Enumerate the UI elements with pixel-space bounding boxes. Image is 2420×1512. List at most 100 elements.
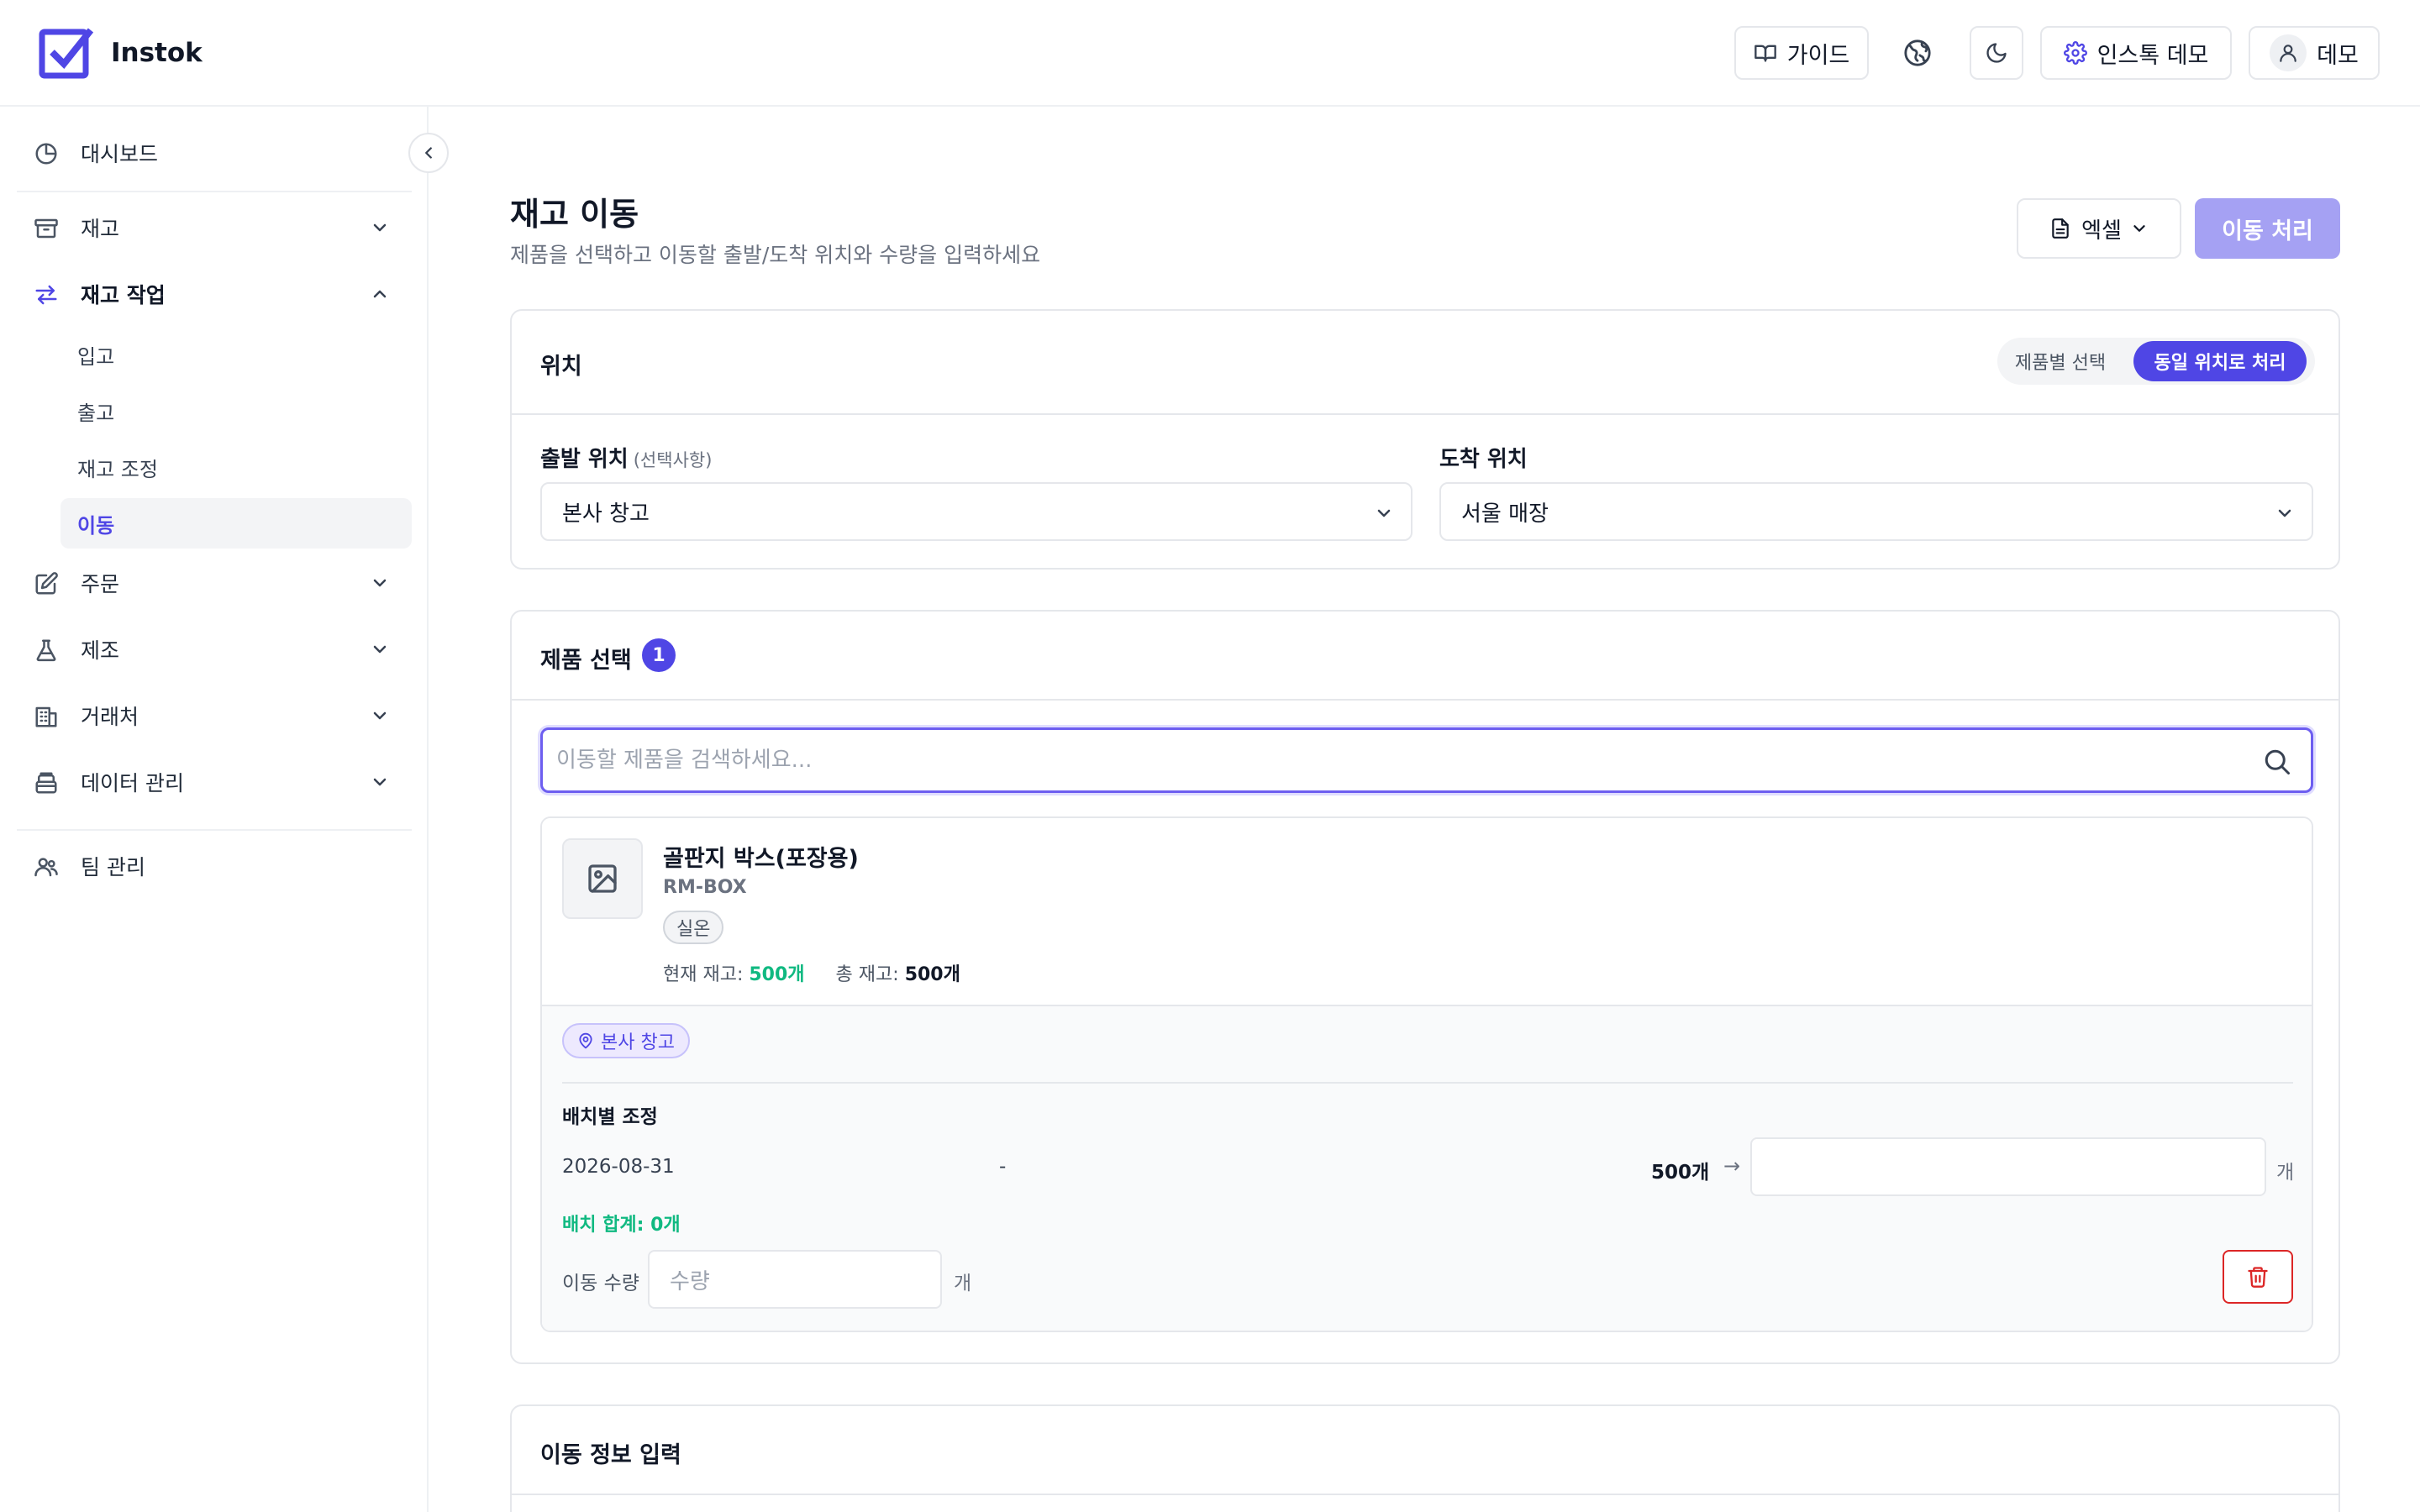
database-icon (34, 770, 59, 795)
sidebar-label-dashboard: 대시보드 (81, 142, 159, 166)
product-select-title: 제품 선택 (540, 648, 632, 674)
from-location-value: 본사 창고 (562, 501, 650, 527)
batch-transfer-input[interactable] (1750, 1137, 2266, 1196)
theme-toggle-button[interactable] (1970, 26, 2023, 80)
edit-icon (34, 571, 59, 596)
users-icon (34, 854, 59, 879)
sidebar-label-orders: 주문 (81, 572, 120, 596)
divider (562, 1082, 2293, 1084)
sidebar-label-partners: 거래처 (81, 705, 139, 729)
batch-expiry-date: 2026-08-31 (562, 1156, 675, 1178)
sidebar: 대시보드 재고 재고 작업 입고 출고 재고 조정 이동 주문 제조 거래처 데… (0, 107, 429, 1512)
image-placeholder-icon (588, 864, 617, 893)
moon-icon (1986, 43, 2007, 63)
toggle-per-product[interactable]: 제품별 선택 (2006, 338, 2115, 385)
app-logo[interactable]: Instok (39, 25, 203, 81)
logo-check-icon (39, 28, 94, 79)
batch-quantity: 500개 (1651, 1162, 1710, 1184)
sidebar-subitem-transfer[interactable]: 이동 (60, 498, 412, 549)
sidebar-collapse-button[interactable] (408, 133, 449, 173)
pie-chart-icon (34, 141, 59, 166)
from-location-select[interactable]: 본사 창고 (540, 482, 1413, 541)
language-button[interactable] (1891, 26, 1944, 80)
sidebar-item-partners[interactable]: 거래처 (17, 690, 412, 741)
chevron-down-icon (2278, 509, 2291, 517)
total-stock-value: 500개 (904, 964, 960, 985)
sidebar-label-inventory-ops: 재고 작업 (81, 283, 166, 307)
chevron-left-icon (425, 147, 432, 159)
move-info-card: 이동 정보 입력 (510, 1404, 2340, 1512)
organization-button[interactable]: 인스톡 데모 (2040, 26, 2232, 80)
sidebar-label-team: 팀 관리 (81, 855, 145, 879)
excel-dropdown-button[interactable]: 엑셀 (2017, 198, 2181, 259)
chevron-down-icon (370, 573, 390, 593)
total-stock-label: 총 재고: (835, 964, 899, 985)
user-icon (2280, 45, 2296, 62)
selected-count-badge: 1 (642, 638, 676, 672)
move-info-title: 이동 정보 입력 (540, 1442, 681, 1468)
current-stock-value: 500개 (749, 964, 805, 985)
building-icon (34, 704, 59, 729)
sidebar-label-inventory: 재고 (81, 217, 120, 241)
sidebar-divider (17, 191, 412, 192)
sidebar-item-dashboard[interactable]: 대시보드 (17, 128, 412, 178)
sidebar-subitem-outbound[interactable]: 출고 (60, 386, 412, 436)
move-quantity-unit: 개 (954, 1273, 972, 1294)
move-quantity-input[interactable]: 수량 (648, 1250, 942, 1309)
sidebar-label-manufacturing: 제조 (81, 638, 120, 663)
location-chip-label: 본사 창고 (601, 1032, 675, 1053)
search-icon[interactable] (2262, 747, 2292, 777)
user-label: 데모 (2317, 42, 2359, 69)
remove-product-button[interactable] (2223, 1250, 2293, 1304)
document-icon (2052, 218, 2069, 239)
product-select-card: 제품 선택 1 골판지 박스(포장용) RM-BOX 실온 현재 재고: 500… (510, 610, 2340, 1364)
chevron-down-icon (370, 706, 390, 726)
to-location-select[interactable]: 서울 매장 (1439, 482, 2313, 541)
product-thumbnail (562, 838, 643, 919)
batch-total: 배치 합계: 0개 (562, 1215, 681, 1236)
arrow-right-icon: → (1723, 1154, 1741, 1178)
to-location-value: 서울 매장 (1461, 501, 1549, 527)
product-search-input[interactable] (556, 730, 2220, 790)
guide-button[interactable]: 가이드 (1734, 26, 1869, 80)
chevron-up-icon (370, 284, 390, 304)
product-select-header: 제품 선택 1 (512, 612, 2338, 701)
toggle-same-location[interactable]: 동일 위치로 처리 (2133, 341, 2307, 381)
sidebar-item-data-management[interactable]: 데이터 관리 (17, 757, 412, 807)
sidebar-subitem-inbound[interactable]: 입고 (60, 329, 412, 380)
sidebar-item-inventory[interactable]: 재고 (17, 202, 412, 253)
sidebar-item-manufacturing[interactable]: 제조 (17, 624, 412, 675)
location-card-header: 위치 제품별 선택 동일 위치로 처리 (512, 311, 2338, 415)
page-title: 재고 이동 (510, 196, 639, 233)
sidebar-divider (17, 829, 412, 831)
product-stock-info: 현재 재고: 500개 총 재고: 500개 (663, 959, 960, 986)
chevron-down-icon (370, 639, 390, 659)
sidebar-item-inventory-ops[interactable]: 재고 작업 (17, 269, 412, 319)
book-icon (1754, 45, 1776, 62)
sidebar-item-orders[interactable]: 주문 (17, 558, 412, 608)
move-quantity-label: 이동 수량 (562, 1273, 639, 1294)
storage-tag: 실온 (663, 911, 724, 944)
product-sku: RM-BOX (663, 877, 747, 898)
product-transfer-detail: 본사 창고 배치별 조정 2026-08-31 - 500개 → 개 배치 합계… (542, 1006, 2312, 1331)
selected-product-card: 골판지 박스(포장용) RM-BOX 실온 현재 재고: 500개 총 재고: … (540, 816, 2313, 1332)
archive-icon (34, 216, 59, 241)
flask-icon (34, 638, 59, 663)
sidebar-label-data-management: 데이터 관리 (81, 771, 184, 795)
organization-label: 인스톡 데모 (2096, 42, 2209, 69)
sidebar-subitem-adjustment[interactable]: 재고 조정 (60, 442, 412, 492)
page-subtitle: 제품을 선택하고 이동할 출발/도착 위치와 수량을 입력하세요 (510, 243, 1041, 267)
map-pin-icon (579, 1032, 592, 1049)
submit-transfer-button[interactable]: 이동 처리 (2195, 198, 2340, 259)
globe-icon (1904, 39, 1931, 66)
user-menu-button[interactable]: 데모 (2249, 26, 2380, 80)
move-info-header: 이동 정보 입력 (512, 1406, 2338, 1495)
chevron-down-icon (370, 218, 390, 238)
gear-icon (2063, 41, 2087, 65)
guide-label: 가이드 (1786, 42, 1850, 69)
location-card-title: 위치 (540, 354, 582, 380)
sidebar-item-team[interactable]: 팀 관리 (17, 841, 412, 891)
current-stock-label: 현재 재고: (663, 964, 744, 985)
app-name: Instok (111, 38, 203, 68)
chevron-down-icon (1377, 509, 1391, 517)
